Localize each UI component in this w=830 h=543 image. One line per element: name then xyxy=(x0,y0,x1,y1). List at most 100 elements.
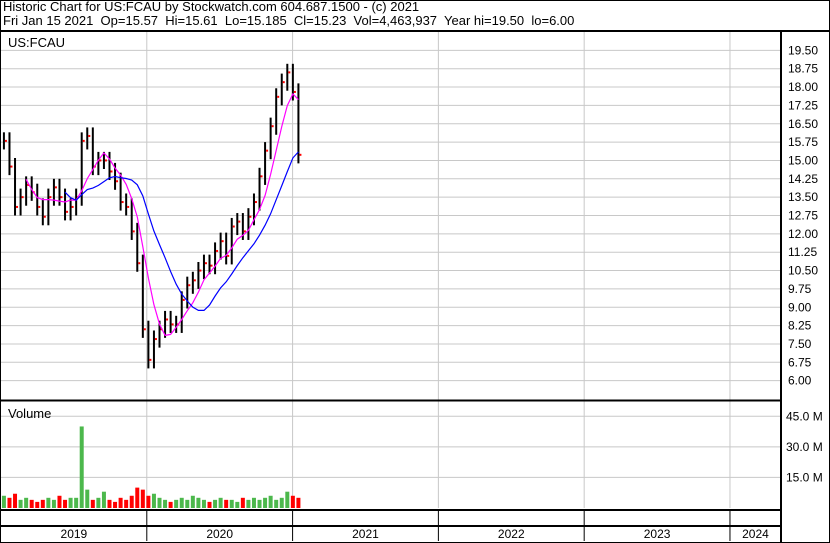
volume-bar xyxy=(213,499,218,508)
price-tick-label: 7.50 xyxy=(788,337,812,351)
close-tick xyxy=(232,225,235,228)
volume-bar xyxy=(46,497,51,508)
year-label: 2020 xyxy=(206,527,233,541)
moving-average-long xyxy=(64,151,299,311)
volume-bar xyxy=(1,495,6,508)
volume-bar xyxy=(96,497,101,508)
volume-label: Volume xyxy=(8,406,51,421)
volume-bar xyxy=(263,497,268,508)
volume-bar xyxy=(151,493,156,508)
close-tick xyxy=(99,159,102,162)
close-tick xyxy=(249,215,252,218)
close-tick xyxy=(221,240,224,243)
volume-bar xyxy=(51,499,56,508)
close-tick xyxy=(104,159,107,162)
volume-bar xyxy=(290,495,295,508)
close-tick xyxy=(227,254,230,257)
volume-bar xyxy=(268,495,273,508)
close-tick xyxy=(143,328,146,331)
price-bars xyxy=(2,63,302,369)
close-tick xyxy=(49,196,52,199)
volume-bar xyxy=(146,495,151,508)
volume-bar xyxy=(296,497,301,508)
close-tick xyxy=(154,338,157,341)
volume-tick-label: 45.0 M xyxy=(786,409,823,423)
volume-bar xyxy=(201,499,206,508)
close-tick xyxy=(132,230,135,233)
price-tick-label: 18.75 xyxy=(788,62,818,76)
volume-bar xyxy=(57,495,62,508)
volume-bar xyxy=(157,497,162,508)
volume-bar xyxy=(168,501,173,508)
volume-bar xyxy=(113,501,118,508)
close-tick xyxy=(216,249,219,252)
close-tick xyxy=(204,262,207,265)
price-tick-label: 15.75 xyxy=(788,135,818,149)
moving-average-short xyxy=(25,92,299,337)
volume-bar xyxy=(179,497,184,508)
close-tick xyxy=(116,180,119,183)
close-tick xyxy=(138,262,141,265)
volume-bar xyxy=(107,499,112,508)
volume-tick-label: 30.0 M xyxy=(786,440,823,454)
close-tick xyxy=(16,205,19,208)
close-tick xyxy=(127,205,130,208)
close-tick xyxy=(110,170,113,173)
volume-bar xyxy=(251,497,256,508)
price-tick-label: 17.25 xyxy=(788,98,818,112)
volume-bar xyxy=(190,495,195,508)
price-tick-label: 12.75 xyxy=(788,209,818,223)
volume-bar xyxy=(40,499,45,508)
close-tick xyxy=(238,220,241,223)
volume-bar xyxy=(129,495,134,508)
symbol-label: US:FCAU xyxy=(8,35,65,50)
volume-bar xyxy=(235,501,240,508)
stock-chart: Historic Chart for US:FCAU by Stockwatch… xyxy=(0,0,830,543)
volume-bar xyxy=(174,499,179,508)
close-tick xyxy=(82,139,85,142)
outer-border xyxy=(0,0,830,543)
price-tick-label: 9.75 xyxy=(788,282,812,296)
close-tick xyxy=(60,196,63,199)
volume-bar xyxy=(224,499,229,508)
close-tick xyxy=(43,215,46,218)
volume-bar xyxy=(90,499,95,508)
volume-bar xyxy=(163,499,168,508)
price-tick-label: 18.00 xyxy=(788,80,818,94)
close-tick xyxy=(210,264,213,267)
year-label: 2023 xyxy=(644,527,671,541)
close-tick xyxy=(21,196,24,199)
close-tick xyxy=(66,210,69,213)
volume-bar xyxy=(35,501,40,508)
price-tick-label: 13.50 xyxy=(788,190,818,204)
volume-bar xyxy=(229,499,234,508)
volume-bar xyxy=(101,491,106,508)
year-label: 2022 xyxy=(498,527,525,541)
price-tick-label: 10.50 xyxy=(788,264,818,278)
close-tick xyxy=(193,279,196,282)
volume-bar xyxy=(240,497,245,508)
volume-bar xyxy=(85,489,90,508)
volume-bar xyxy=(218,497,223,508)
close-tick xyxy=(277,95,280,98)
volume-bars xyxy=(1,426,301,508)
close-tick xyxy=(71,205,74,208)
close-tick xyxy=(266,149,269,152)
price-tick-label: 11.25 xyxy=(788,245,817,259)
volume-bar xyxy=(246,499,251,508)
close-tick xyxy=(243,230,246,233)
close-tick xyxy=(293,90,296,93)
close-tick xyxy=(182,298,185,301)
close-tick xyxy=(121,201,124,204)
volume-bar xyxy=(74,497,79,508)
volume-bar xyxy=(135,487,140,508)
close-tick xyxy=(199,269,202,272)
close-tick xyxy=(254,201,257,204)
close-tick xyxy=(271,125,274,128)
year-label: 2019 xyxy=(61,527,88,541)
price-tick-label: 19.50 xyxy=(788,43,818,57)
volume-bar xyxy=(279,497,284,508)
close-tick xyxy=(4,139,7,142)
volume-bar xyxy=(13,493,18,508)
close-tick xyxy=(288,71,291,74)
